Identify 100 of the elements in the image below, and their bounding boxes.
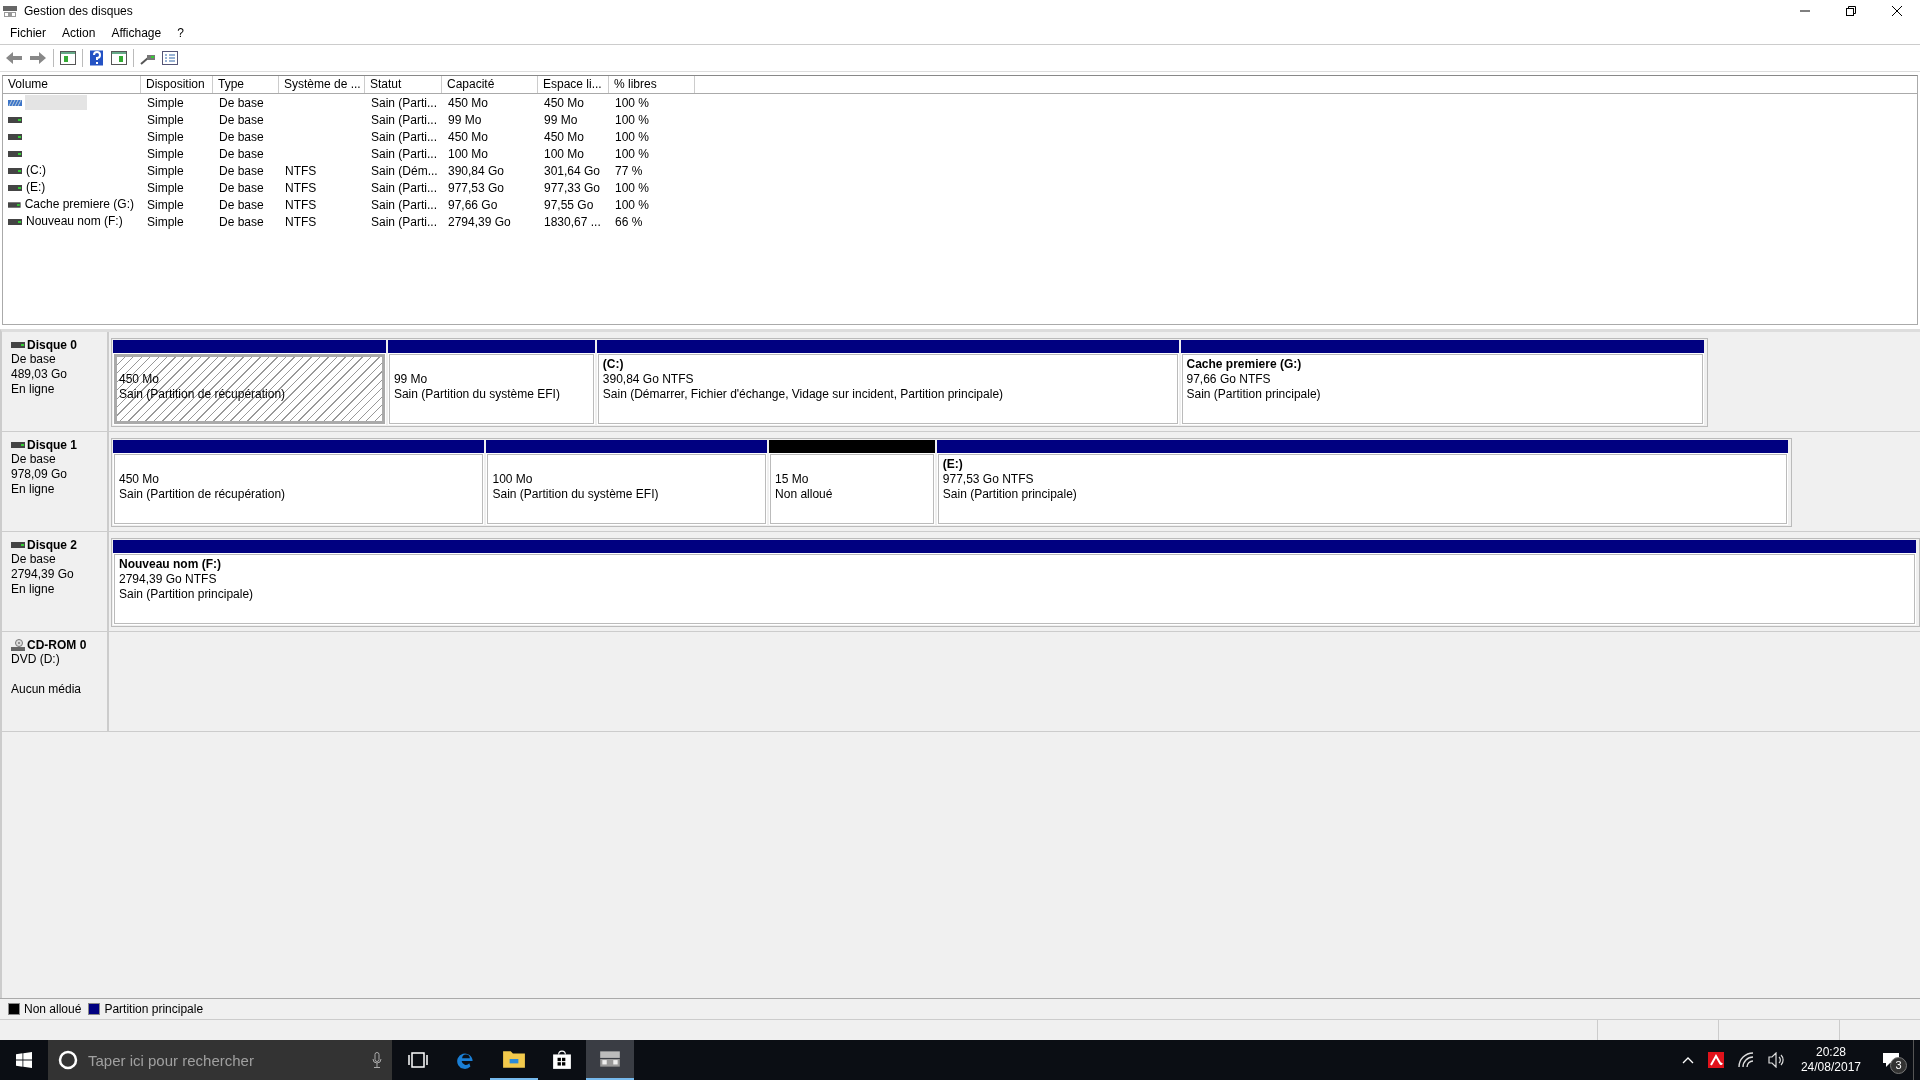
table-cell: Simple xyxy=(147,112,184,127)
column-header[interactable]: Statut xyxy=(365,76,442,93)
drive-icon xyxy=(8,201,21,208)
windows-logo-icon xyxy=(16,1052,32,1068)
forward-arrow-icon[interactable] xyxy=(29,50,47,66)
drive-icon xyxy=(8,116,22,123)
shopping-bag-icon xyxy=(552,1050,572,1070)
table-cell: 390,84 Go xyxy=(448,163,505,178)
antivirus-icon[interactable] xyxy=(1707,1052,1724,1068)
table-cell: Sain (Dém... xyxy=(371,163,438,178)
microphone-icon[interactable] xyxy=(372,1052,382,1068)
drive-name[interactable]: (C:) xyxy=(25,163,47,178)
partition-info: 450 Mo xyxy=(119,372,161,387)
menu-item[interactable]: ? xyxy=(169,24,192,42)
partition-info: Sain (Partition du système EFI) xyxy=(393,387,561,402)
column-header[interactable]: Type xyxy=(213,76,279,93)
circle-icon[interactable] xyxy=(58,1050,78,1070)
checklist-icon[interactable] xyxy=(162,50,178,66)
cd-drive-icon xyxy=(11,639,25,651)
help-icon[interactable] xyxy=(89,50,105,66)
table-cell: Simple xyxy=(147,129,184,144)
partition-block[interactable]: 100 Mo Sain (Partition du système EFI) xyxy=(486,440,770,525)
partition-name: (C:) xyxy=(602,357,625,372)
partition-info: Sain (Partition de récupération) xyxy=(119,487,287,502)
column-header[interactable]: Espace li... xyxy=(538,76,609,93)
restore-icon xyxy=(1846,6,1856,16)
menu-item[interactable]: Action xyxy=(54,24,104,42)
table-cell: De base xyxy=(219,95,264,110)
panel-icon[interactable] xyxy=(111,50,127,66)
striped-volume-icon xyxy=(8,99,22,106)
column-header[interactable]: Capacité xyxy=(442,76,538,93)
partition-block[interactable]: (C:) 390,84 Go NTFS Sain (Démarrer, Fichier d'échange, Vidage sur incident, Partition principale) xyxy=(596,340,1181,425)
table-cell: Sain (Parti... xyxy=(371,214,438,229)
menu-item[interactable]: Fichier xyxy=(2,24,54,42)
partition-info: Sain (Partition principale) xyxy=(942,487,1078,502)
menu-item[interactable]: Affichage xyxy=(103,24,170,42)
table-cell: 97,55 Go xyxy=(544,197,594,212)
partition-info: Sain (Partition principale) xyxy=(1186,387,1322,402)
speaker-icon[interactable] xyxy=(1767,1052,1786,1068)
partition-name: (E:) xyxy=(942,457,964,472)
column-header[interactable]: Disposition xyxy=(141,76,213,93)
table-cell: De base xyxy=(219,180,264,195)
disk-info: En ligne xyxy=(11,582,56,597)
partition-info: 15 Mo xyxy=(775,472,810,487)
partition-block[interactable]: 99 Mo Sain (Partition du système EFI) xyxy=(387,340,597,425)
disk-drive-icon xyxy=(598,1049,622,1069)
disk-info: De base xyxy=(11,452,57,467)
table-cell: NTFS xyxy=(285,197,317,212)
partition-info: Sain (Démarrer, Fichier d'échange, Vidage sur incident, Partition principale) xyxy=(602,387,1005,402)
table-cell: 977,53 Go xyxy=(448,180,505,195)
table-cell: 450 Mo xyxy=(544,129,585,144)
disk-info: Aucun média xyxy=(11,682,83,697)
partition-block[interactable]: 450 Mo Sain (Partition de récupération) xyxy=(113,340,388,425)
partition-block[interactable]: Nouveau nom (F:) 2794,39 Go NTFS Sain (Partition principale) xyxy=(113,540,1918,625)
console-tree-icon[interactable] xyxy=(60,50,76,66)
table-cell: 450 Mo xyxy=(448,95,489,110)
column-header[interactable]: % libres xyxy=(609,76,695,93)
clock[interactable]: 20:28 24/08/2017 xyxy=(1792,1045,1869,1075)
folder-icon xyxy=(502,1049,526,1069)
table-cell: 97,66 Go xyxy=(448,197,498,212)
search-field[interactable]: Taper ici pour rechercher xyxy=(86,1050,364,1070)
back-arrow-icon[interactable] xyxy=(5,50,23,66)
clock-time: 20:28 xyxy=(1815,1045,1846,1060)
disk-name: Disque 2 xyxy=(27,538,77,552)
clock-date: 24/08/2017 xyxy=(1800,1060,1861,1075)
drive-name[interactable]: Nouveau nom (F:) xyxy=(25,214,124,229)
table-cell: 99 Mo xyxy=(544,112,578,127)
drive-icon xyxy=(8,218,22,225)
drive-icon xyxy=(8,133,22,140)
window-title: Gestion des disques xyxy=(24,4,133,18)
wifi-icon[interactable] xyxy=(1737,1052,1754,1068)
partition-info: 100 Mo xyxy=(492,472,534,487)
legend-label: Partition principale xyxy=(104,1002,204,1016)
table-cell: De base xyxy=(219,214,264,229)
table-cell: 99 Mo xyxy=(448,112,482,127)
table-cell: De base xyxy=(219,129,264,144)
partition-block[interactable]: 15 Mo Non alloué xyxy=(769,440,937,525)
drive-name[interactable]: Cache premiere (G:) xyxy=(23,197,135,212)
chevron-up-icon[interactable] xyxy=(1681,1056,1694,1064)
column-header[interactable]: Système de ... xyxy=(279,76,365,93)
task-view-icon xyxy=(408,1052,428,1068)
partition-block[interactable]: (E:) 977,53 Go NTFS Sain (Partition principale) xyxy=(936,440,1790,525)
table-cell: 100 % xyxy=(615,112,650,127)
partition-name: Nouveau nom (F:) xyxy=(119,557,222,572)
disk-management-taskbar-button[interactable] xyxy=(586,1040,634,1080)
table-cell: Simple xyxy=(147,163,184,178)
table-cell: 100 Mo xyxy=(544,146,585,161)
table-cell: Simple xyxy=(147,180,184,195)
disk-info: 2794,39 Go xyxy=(11,567,75,582)
drive-name[interactable]: (E:) xyxy=(25,180,47,195)
search-bar[interactable]: Taper ici pour rechercher xyxy=(48,1040,392,1080)
table-cell: Simple xyxy=(147,95,184,110)
table-cell: Sain (Parti... xyxy=(371,112,438,127)
partition-block[interactable]: 450 Mo Sain (Partition de récupération) xyxy=(113,440,487,525)
partition-info: 99 Mo xyxy=(393,372,429,387)
partition-block[interactable]: Cache premiere (G:) 97,66 Go NTFS Sain (Partition principale) xyxy=(1180,340,1707,425)
disk-name: Disque 0 xyxy=(27,338,77,352)
column-header[interactable]: Volume xyxy=(3,76,141,93)
partition-info: 450 Mo xyxy=(119,472,161,487)
disk-info: 489,03 Go xyxy=(11,367,69,382)
